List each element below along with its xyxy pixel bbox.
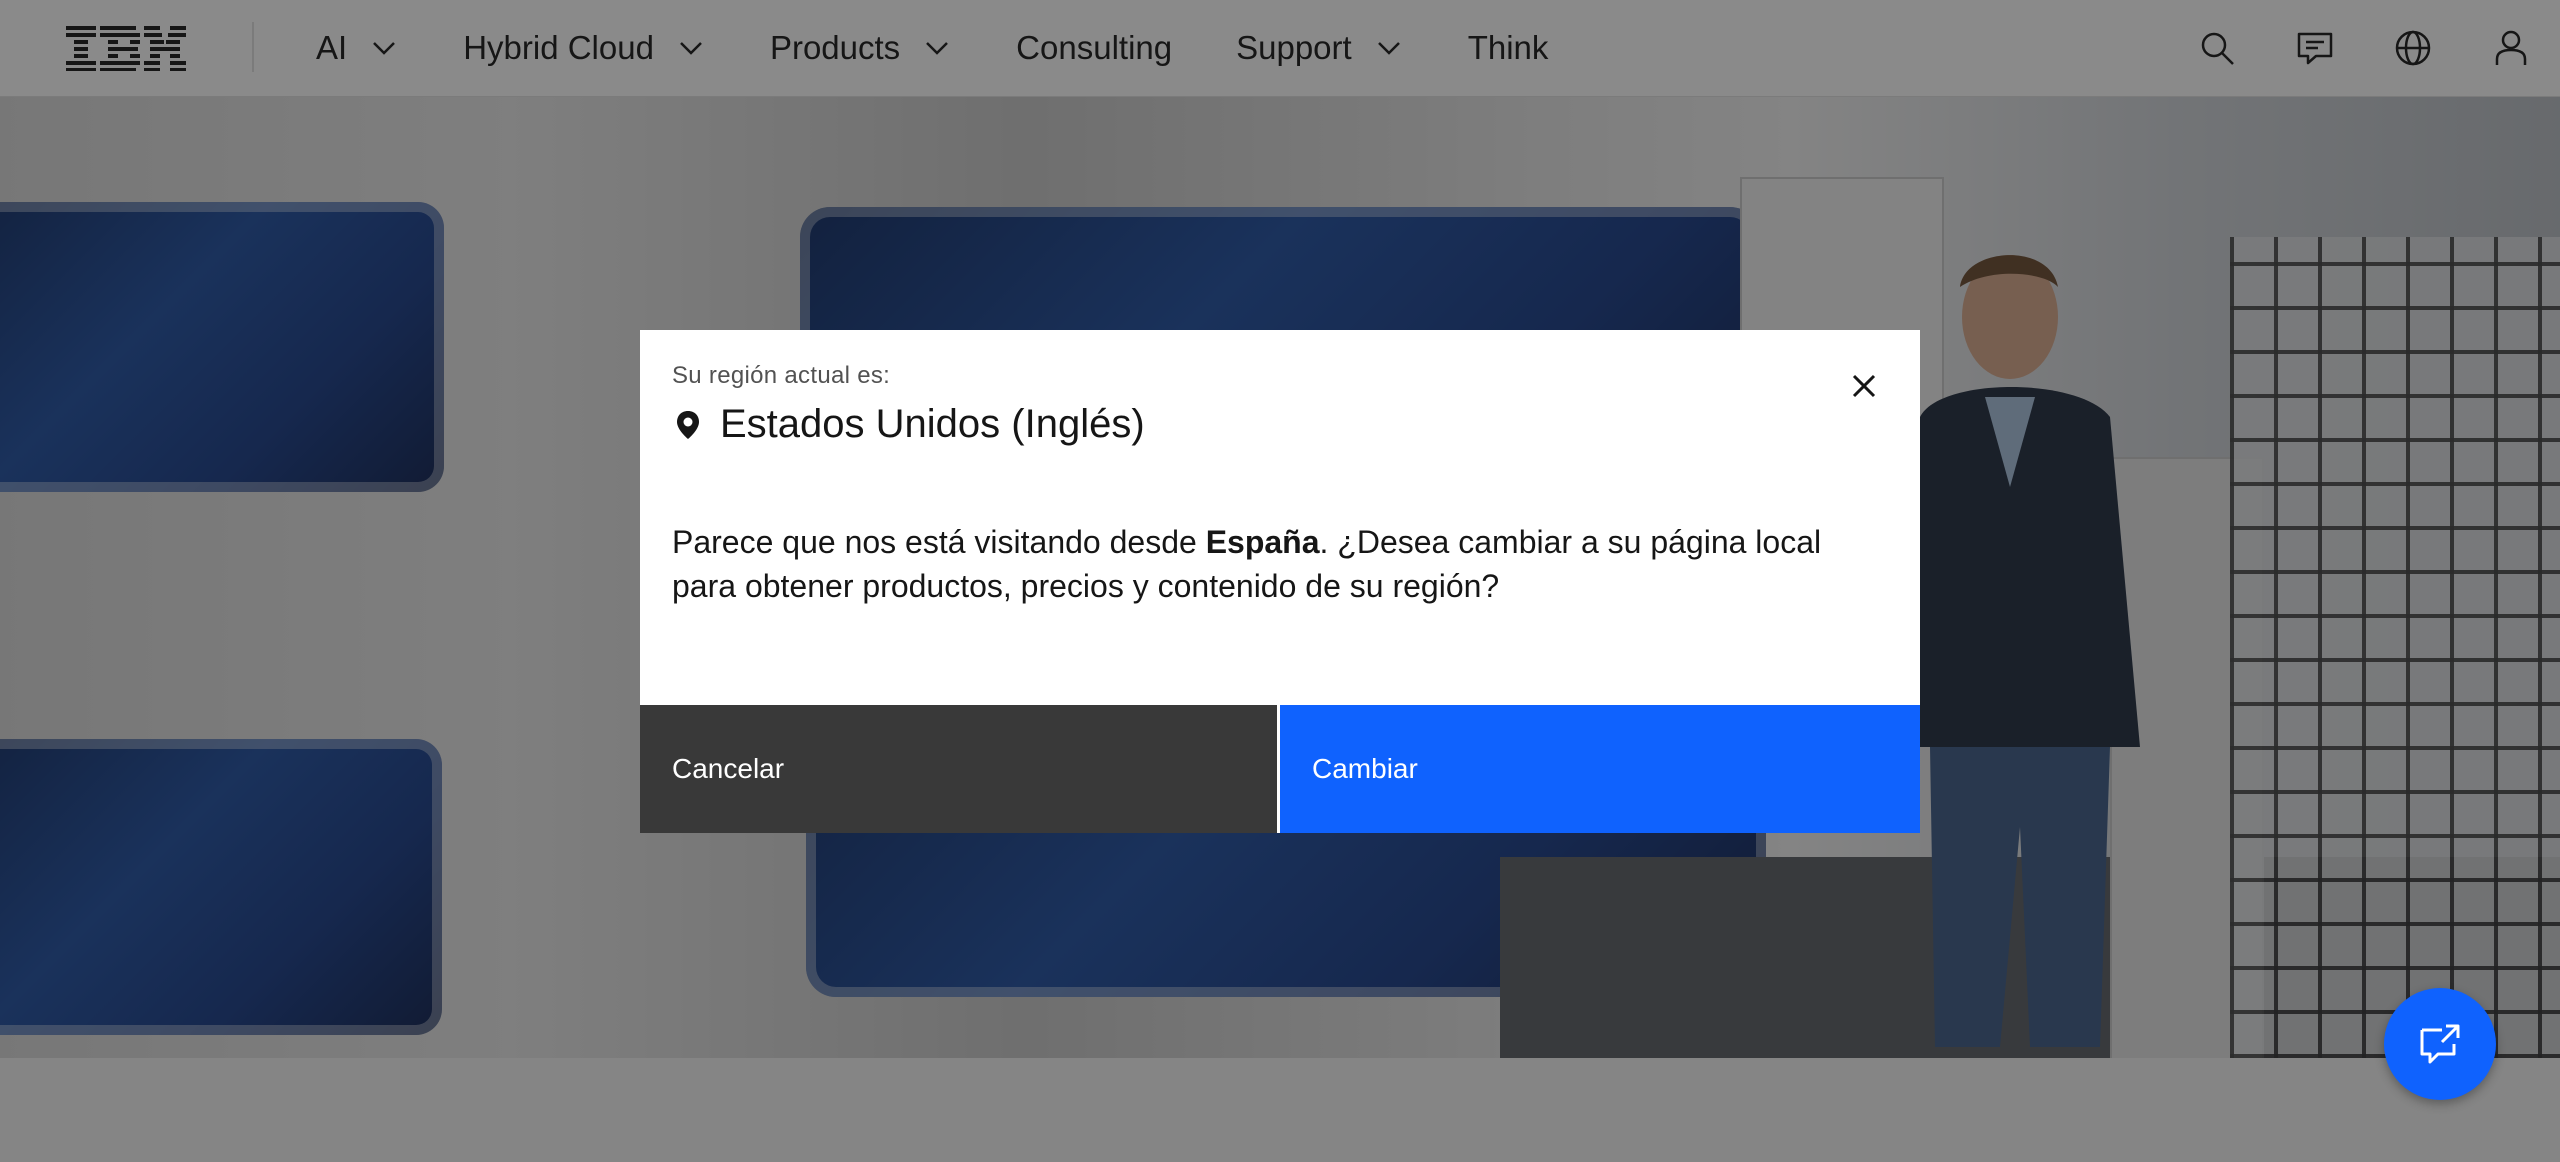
change-label: Cambiar <box>1312 753 1418 784</box>
modal-body: Parece que nos está visitando desde Espa… <box>672 520 1872 608</box>
cancel-button[interactable]: Cancelar <box>640 705 1277 833</box>
location-pin-icon <box>677 410 699 439</box>
close-icon <box>1852 374 1876 398</box>
current-region: Estados Unidos (Inglés) <box>720 402 1145 446</box>
modal-title: Estados Unidos (Inglés) <box>672 402 1145 447</box>
chat-launcher-button[interactable] <box>2384 988 2496 1100</box>
chat-launch-icon <box>2420 1024 2460 1064</box>
close-button[interactable] <box>1840 362 1888 410</box>
detected-country: España <box>1205 524 1320 560</box>
change-region-button[interactable]: Cambiar <box>1280 705 1920 833</box>
region-modal: Su región actual es: Estados Unidos (Ing… <box>640 330 1920 833</box>
body-prefix: Parece que nos está visitando desde <box>672 524 1206 560</box>
cancel-label: Cancelar <box>672 753 785 784</box>
modal-label: Su región actual es: <box>672 362 891 389</box>
